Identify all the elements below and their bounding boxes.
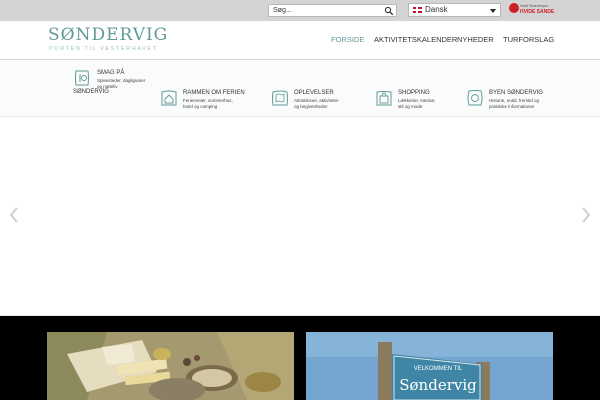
language-label: Dansk (425, 5, 448, 14)
teaser-card-welcome[interactable]: VELKOMMEN TIL Søndervig (306, 332, 553, 400)
logo-tagline: PORTEN TIL VESTERHAVET (49, 46, 158, 52)
utility-bar: Dansk Hotel Strandvejen HVIDE SANDE (0, 0, 600, 21)
chevron-down-icon (490, 9, 496, 13)
map-icon (272, 90, 288, 106)
category-title-line2: SØNDERVIG (73, 89, 109, 95)
chevron-right-icon[interactable] (579, 205, 593, 225)
cheese-platter-photo (47, 332, 294, 400)
partner-line2: HVIDE SANDE (520, 9, 555, 15)
logo-wordmark: SØNDERVIG (48, 25, 169, 45)
nav-forside[interactable]: FORSIDE (331, 35, 364, 44)
category-title: RAMMEN OM FERIEN (183, 90, 245, 96)
house-icon (161, 90, 177, 106)
teaser-card-food[interactable] (47, 332, 294, 400)
category-rammen-om-ferien[interactable]: RAMMEN OM FERIEN Feriecenter, sommerhus,… (160, 89, 260, 113)
site-logo[interactable]: SØNDERVIG PORTEN TIL VESTERHAVET (48, 25, 167, 59)
nav-nyheder[interactable]: NYHEDER (457, 35, 494, 44)
category-title: OPLEVELSER (294, 90, 334, 96)
search-input[interactable] (273, 5, 381, 16)
shopping-bag-icon (376, 91, 392, 106)
category-bar: SMAG PÅ Spisesteder, dagligvarer og natt… (0, 61, 600, 117)
category-title: SHOPPING (398, 90, 430, 96)
page: Dansk Hotel Strandvejen HVIDE SANDE SØND… (0, 0, 600, 400)
nav-aktivitetskalender[interactable]: AKTIVITETSKALENDER (374, 35, 457, 44)
welcome-sign-photo: VELKOMMEN TIL Søndervig (306, 332, 553, 400)
category-desc: og begivenheder (294, 103, 328, 109)
info-bubble-icon (467, 90, 483, 106)
sign-line1: VELKOMMEN TIL (414, 366, 463, 372)
partner-line1: Hotel Strandvejen (520, 4, 548, 8)
site-header: SØNDERVIG PORTEN TIL VESTERHAVET FORSIDE… (0, 21, 600, 60)
category-desc: hotel og camping (183, 103, 218, 109)
sign-line2: Søndervig (399, 376, 477, 394)
category-shopping[interactable]: SHOPPING Lækkerier, Interiør, stil og mo… (375, 89, 465, 113)
nav-turforslag[interactable]: TURFORSLAG (503, 35, 554, 44)
search-box[interactable] (268, 4, 397, 17)
partner-logo-icon (509, 3, 519, 13)
category-desc: stil og mode (398, 103, 423, 109)
search-icon[interactable] (384, 6, 394, 16)
category-desc: praktiske informationer (489, 103, 535, 109)
category-smag-paa[interactable]: SMAG PÅ Spisesteder, dagligvarer og natt… (73, 69, 163, 117)
language-select[interactable]: Dansk (408, 3, 501, 17)
partner-logo[interactable]: Hotel Strandvejen HVIDE SANDE (509, 2, 559, 19)
chevron-left-icon[interactable] (7, 205, 21, 225)
hero-slider (0, 118, 600, 316)
category-byen-soendervig[interactable]: BYEN SØNDERVIG Historie, nutid, fremtid … (466, 89, 566, 113)
fork-knife-icon (75, 70, 89, 86)
category-title: BYEN SØNDERVIG (489, 90, 543, 96)
danish-flag-icon (413, 7, 422, 13)
category-oplevelser[interactable]: OPLEVELSER Attraktioner, aktiviteter og … (271, 89, 371, 113)
category-title: SMAG PÅ (97, 70, 125, 76)
